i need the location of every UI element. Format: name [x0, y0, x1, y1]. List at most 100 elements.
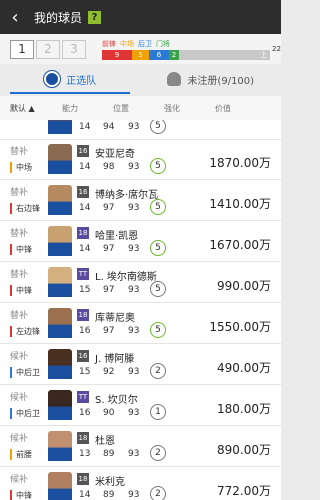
tab-unregistered[interactable]: 未注册(9/100) — [141, 64, 282, 94]
page-button-3[interactable]: 3 — [62, 39, 86, 59]
player-avatar — [48, 144, 72, 174]
player-row[interactable]: 替补 左边锋 18 库蒂尼奥 16 97 93 5 1550.00万 — [0, 304, 281, 344]
player-age: 14 — [79, 244, 91, 254]
formation-segment: 5 — [132, 49, 149, 60]
header: ‹ 我的球员 ? — [0, 0, 281, 34]
player-status: 候补 — [10, 393, 29, 403]
page-button-1[interactable]: 1 — [10, 39, 34, 59]
player-position: 左边锋 — [10, 326, 40, 337]
player-badge: 18 — [77, 473, 89, 485]
player-row[interactable]: 替补 中锋 18 哈里·凯恩 14 97 93 5 1670.00万 — [0, 222, 281, 262]
back-button[interactable]: ‹ — [0, 0, 30, 34]
player-age: 14 — [79, 203, 91, 213]
player-rating: 89 — [103, 490, 115, 500]
formation-bar: 9562上 — [102, 49, 270, 60]
player-row[interactable]: 候补 前腰 18 杜恩 13 89 93 2 890.00万 — [0, 427, 281, 467]
formation-label: 中场 — [120, 39, 134, 48]
player-position: 中后卫 — [10, 408, 40, 419]
player-rating: 92 — [103, 367, 115, 377]
player-row[interactable]: 候补 中后卫 TT S. 坎贝尔 16 90 93 1 180.00万 — [0, 386, 281, 426]
player-value: 990.00万 — [217, 279, 271, 293]
player-position: 前腰 — [10, 449, 32, 460]
player-avatar — [48, 267, 72, 297]
tab-label: 正选队 — [66, 75, 97, 87]
formation-empty-segment: 上 — [179, 49, 270, 60]
squad-count: 22/50 — [272, 45, 281, 53]
player-name: 安亚尼奇 — [95, 149, 135, 160]
player-rating: 97 — [103, 285, 115, 295]
player-name: 米利克 — [95, 477, 125, 488]
player-age: 15 — [79, 367, 91, 377]
player-value: 1410.00万 — [209, 197, 271, 211]
upgrade-level-badge: 5 — [150, 322, 166, 338]
upgrade-level-badge: 2 — [150, 486, 166, 500]
player-avatar — [48, 120, 72, 134]
player-potential: 93 — [128, 203, 140, 213]
player-potential: 93 — [128, 326, 140, 336]
formation-summary: 前锋 中场 后卫 门将 9562上 — [102, 39, 270, 60]
player-status: 候补 — [10, 352, 29, 362]
player-age: 14 — [79, 162, 91, 172]
player-rating: 97 — [103, 244, 115, 254]
player-rating: 97 — [103, 203, 115, 213]
formation-label: 后卫 — [138, 39, 152, 48]
player-avatar — [48, 431, 72, 461]
player-list: 14 94 93 5 替补 中场 16 安亚尼奇 14 98 93 5 1870.00万 替补 右边锋 16 博… — [0, 120, 281, 500]
player-position: 中锋 — [10, 285, 32, 296]
formation-segment: 9 — [102, 49, 132, 60]
column-header: 默认 ▲ 能力 位置 强化 价值 — [0, 96, 281, 120]
tab-label: 未注册(9/100) — [187, 75, 255, 87]
sort-upgrade[interactable]: 强化 — [164, 103, 180, 114]
player-position: 中锋 — [10, 490, 32, 500]
player-avatar — [48, 472, 72, 500]
player-value: 772.00万 — [217, 484, 271, 498]
sort-value[interactable]: 价值 — [215, 103, 231, 114]
person-icon — [167, 72, 182, 86]
player-avatar — [48, 185, 72, 215]
player-name: 哈里·凯恩 — [95, 231, 139, 242]
player-status: 候补 — [10, 475, 29, 485]
player-potential: 93 — [128, 244, 140, 254]
player-value: 1870.00万 — [209, 156, 271, 170]
player-avatar — [48, 308, 72, 338]
sort-ability[interactable]: 能力 — [62, 103, 78, 114]
player-row[interactable]: 替补 中锋 TT L. 埃尔南德斯 15 97 93 5 990.00万 — [0, 263, 281, 303]
tab-underline — [10, 92, 130, 94]
player-avatar — [48, 390, 72, 420]
player-rating: 90 — [103, 408, 115, 418]
page-title: 我的球员 — [34, 10, 83, 25]
sort-default[interactable]: 默认 ▲ — [10, 103, 35, 114]
player-row[interactable]: 14 94 93 5 — [0, 120, 281, 140]
player-value: 490.00万 — [217, 361, 271, 375]
player-row[interactable]: 候补 中锋 18 米利克 14 89 93 2 772.00万 — [0, 468, 281, 500]
tab-first-team[interactable]: 正选队 — [0, 64, 141, 94]
player-row[interactable]: 候补 中后卫 16 J. 博阿滕 15 92 93 2 490.00万 — [0, 345, 281, 385]
player-position: 中场 — [10, 162, 32, 173]
player-position: 右边锋 — [10, 203, 40, 214]
player-name: 库蒂尼奥 — [95, 313, 135, 324]
player-status: 替补 — [10, 270, 29, 280]
player-status: 替补 — [10, 229, 29, 239]
player-avatar — [48, 349, 72, 379]
upgrade-level-badge: 1 — [150, 404, 166, 420]
formation-segment: 6 — [149, 49, 169, 60]
player-badge: 18 — [77, 432, 89, 444]
formation-segment: 2 — [169, 49, 179, 60]
player-potential: 93 — [128, 408, 140, 418]
player-avatar — [48, 226, 72, 256]
player-row[interactable]: 替补 中场 16 安亚尼奇 14 98 93 5 1870.00万 — [0, 140, 281, 180]
upgrade-level-badge: 5 — [150, 120, 166, 134]
player-potential: 93 — [128, 122, 140, 132]
player-status: 替补 — [10, 188, 29, 198]
player-age: 16 — [79, 326, 91, 336]
formation-labels: 前锋 中场 后卫 门将 — [102, 39, 270, 49]
player-name: 博纳多·席尔瓦 — [95, 190, 159, 201]
player-badge: TT — [77, 391, 89, 403]
help-icon[interactable]: ? — [88, 10, 102, 24]
page-button-2[interactable]: 2 — [36, 39, 60, 59]
player-badge: 16 — [77, 145, 89, 157]
upgrade-level-badge: 5 — [150, 240, 166, 256]
player-status: 替补 — [10, 147, 29, 157]
player-row[interactable]: 替补 右边锋 16 博纳多·席尔瓦 14 97 93 5 1410.00万 — [0, 181, 281, 221]
sort-position[interactable]: 位置 — [113, 103, 129, 114]
